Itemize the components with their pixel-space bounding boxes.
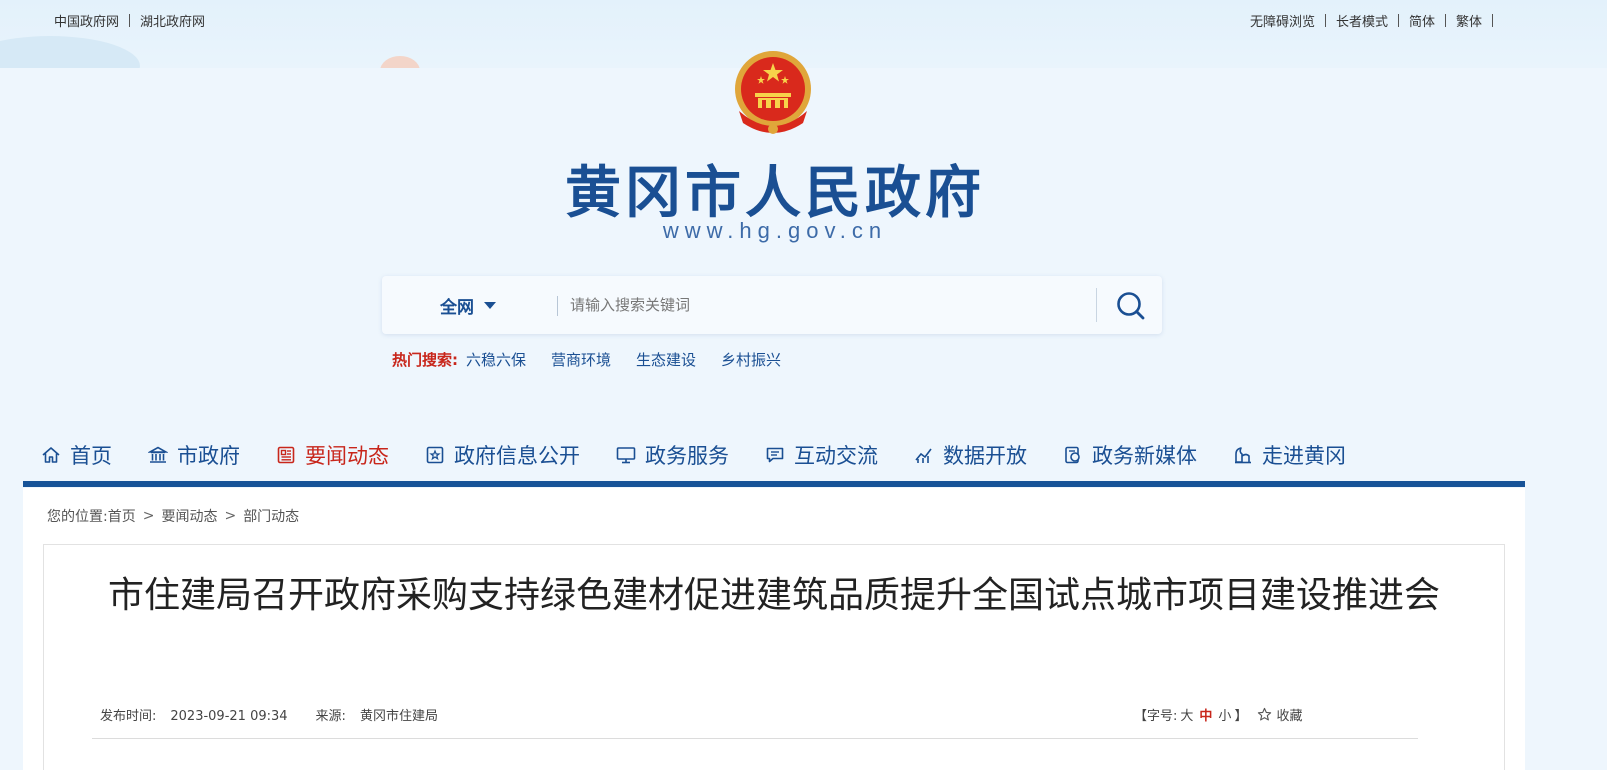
chat-icon xyxy=(766,447,784,463)
nav-item-label: 走进黄冈 xyxy=(1262,444,1346,468)
article-title: 市住建局召开政府采购支持绿色建材促进建筑品质提升全国试点城市项目建设推进会 xyxy=(107,575,1440,616)
nav-item-label: 政务服务 xyxy=(645,444,729,468)
search-scope-label: 全网 xyxy=(440,298,474,318)
link-accessibility[interactable]: 无障碍浏览 xyxy=(1250,11,1315,30)
media-icon xyxy=(1065,446,1080,464)
hot-search-term[interactable]: 六稳六保 xyxy=(466,349,526,370)
favorite-button[interactable]: 收藏 xyxy=(1257,705,1302,724)
link-traditional[interactable]: 繁体 xyxy=(1456,11,1482,30)
divider xyxy=(1096,288,1097,322)
divider xyxy=(1492,14,1493,27)
breadcrumb-department[interactable]: 部门动态 xyxy=(243,506,299,526)
nav-item-interaction[interactable]: 互动交流 xyxy=(765,440,878,470)
monitor-icon xyxy=(616,447,636,464)
nav-item-label: 要闻动态 xyxy=(305,444,389,468)
nav-item-label: 首页 xyxy=(70,444,112,468)
top-left-links: 中国政府网 湖北政府网 xyxy=(54,11,205,30)
font-size-small-button[interactable]: 小 xyxy=(1218,705,1231,724)
site-url: www.hg.gov.cn xyxy=(662,218,888,243)
landmark-icon xyxy=(1235,447,1251,464)
hot-search-term[interactable]: 营商环境 xyxy=(551,349,611,370)
hot-search-label: 热门搜索: xyxy=(392,351,458,369)
nav-item-label: 政府信息公开 xyxy=(454,444,580,468)
link-china-gov[interactable]: 中国政府网 xyxy=(54,11,119,30)
nav-item-label: 数据开放 xyxy=(943,444,1027,468)
favorite-label: 收藏 xyxy=(1276,709,1303,724)
hot-searches: 热门搜索: 六稳六保 营商环境 生态建设 乡村振兴 xyxy=(392,349,806,370)
nav-item-city-gov[interactable]: 市政府 xyxy=(148,440,240,470)
search-input[interactable] xyxy=(570,290,1070,320)
site-title: 黄冈市人民政府 xyxy=(565,161,985,226)
link-hubei-gov[interactable]: 湖北政府网 xyxy=(140,11,205,30)
link-elder-mode[interactable]: 长者模式 xyxy=(1336,11,1388,30)
top-right-links: 无障碍浏览 长者模式 简体 繁体 xyxy=(1250,11,1503,30)
info-icon xyxy=(426,446,444,464)
link-simplified[interactable]: 简体 xyxy=(1409,11,1435,30)
divider xyxy=(129,14,131,27)
nav-item-new-media[interactable]: 政务新媒体 xyxy=(1063,440,1197,470)
nav-item-services[interactable]: 政务服务 xyxy=(616,440,729,470)
source-value: 黄冈市住建局 xyxy=(359,709,438,724)
national-emblem-icon xyxy=(735,51,811,134)
search-icon[interactable] xyxy=(1112,288,1150,324)
nav-item-label: 政务新媒体 xyxy=(1092,444,1197,468)
divider xyxy=(1324,14,1326,27)
breadcrumb-separator: > xyxy=(224,508,237,524)
chevron-down-icon xyxy=(484,302,496,309)
font-size-medium-button[interactable]: 中 xyxy=(1199,705,1212,724)
breadcrumb-prefix: 您的位置: xyxy=(47,509,108,525)
source-label: 来源: xyxy=(315,709,346,724)
publish-time: 发布时间: 2023-09-21 09:34 xyxy=(100,705,302,724)
main-nav: 首页 市政府 要闻动态 政府信息公开 政务服务 互动交流 数据开放 政务新媒体 xyxy=(23,428,1525,488)
font-size-large-button[interactable]: 大 xyxy=(1180,705,1193,724)
nav-underline-bar xyxy=(23,481,1525,487)
divider xyxy=(1397,14,1399,27)
article-tools: 【字号: 大 中 小 】 收藏 xyxy=(1134,705,1302,724)
nav-item-gov-info[interactable]: 政府信息公开 xyxy=(425,440,580,470)
news-icon xyxy=(277,446,295,464)
nav-item-label: 市政府 xyxy=(177,444,240,468)
article-meta: 发布时间: 2023-09-21 09:34 来源: 黄冈市住建局 xyxy=(100,705,466,724)
publish-label: 发布时间: xyxy=(100,709,157,724)
star-icon xyxy=(1258,707,1272,721)
search-box: 全网 xyxy=(382,276,1162,334)
source: 来源: 黄冈市住建局 xyxy=(316,705,452,724)
nav-item-label: 互动交流 xyxy=(794,444,878,468)
breadcrumb-separator: > xyxy=(142,508,155,524)
breadcrumb: 您的位置: 首页 > 要闻动态 > 部门动态 xyxy=(47,506,299,526)
building-icon xyxy=(148,446,168,463)
nav-item-open-data[interactable]: 数据开放 xyxy=(914,440,1027,470)
content-panel: 您的位置: 首页 > 要闻动态 > 部门动态 市住建局召开政府采购支持绿色建材促… xyxy=(23,488,1525,770)
divider xyxy=(92,738,1418,739)
nav-item-news[interactable]: 要闻动态 xyxy=(276,440,389,470)
search-scope-dropdown[interactable]: 全网 xyxy=(440,293,496,318)
nav-item-home[interactable]: 首页 xyxy=(41,440,112,470)
hot-search-term[interactable]: 生态建设 xyxy=(636,349,696,370)
breadcrumb-home[interactable]: 首页 xyxy=(108,506,136,526)
hot-search-term[interactable]: 乡村振兴 xyxy=(721,349,781,370)
nav-items: 首页 市政府 要闻动态 政府信息公开 政务服务 互动交流 数据开放 政务新媒体 xyxy=(41,428,1382,482)
article: 市住建局召开政府采购支持绿色建材促进建筑品质提升全国试点城市项目建设推进会 发布… xyxy=(43,544,1505,770)
publish-value: 2023-09-21 09:34 xyxy=(170,709,288,724)
divider xyxy=(1444,14,1446,27)
breadcrumb-news[interactable]: 要闻动态 xyxy=(161,506,217,526)
font-size-open: 【字号: xyxy=(1134,709,1178,724)
home-icon xyxy=(42,447,60,463)
font-size-close: 】 xyxy=(1234,709,1248,724)
divider xyxy=(557,296,558,316)
chart-icon xyxy=(915,448,932,463)
nav-item-about-huanggang[interactable]: 走进黄冈 xyxy=(1233,440,1346,470)
